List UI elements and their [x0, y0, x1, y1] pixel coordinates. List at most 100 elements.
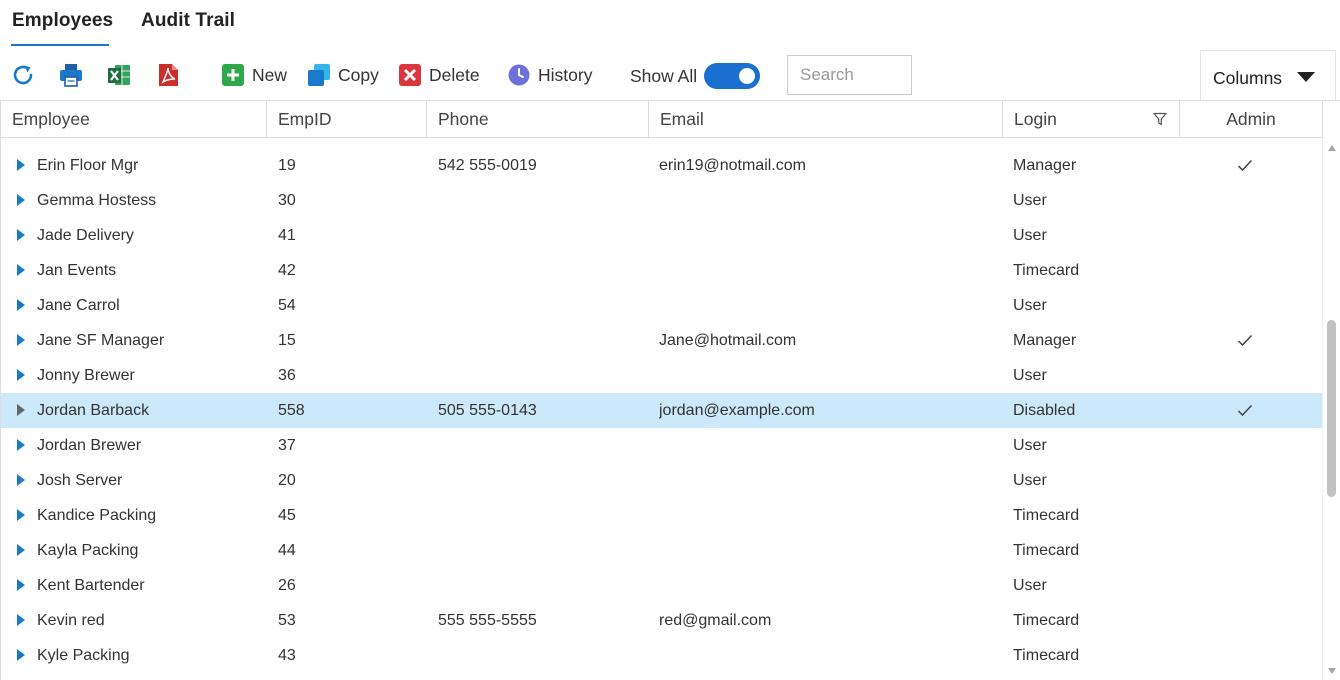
- columns-label: Columns: [1213, 68, 1283, 88]
- filter-icon[interactable]: [1153, 112, 1167, 126]
- expand-caret-icon[interactable]: [16, 648, 26, 662]
- expand-caret-icon[interactable]: [16, 403, 26, 417]
- cell-empid: 54: [278, 297, 296, 314]
- expand-caret-icon[interactable]: [16, 473, 26, 487]
- expand-caret-icon[interactable]: [16, 543, 26, 557]
- new-button-label: New: [252, 64, 288, 85]
- cell-employee: Jane Carrol: [37, 297, 120, 314]
- expand-caret-icon[interactable]: [16, 368, 26, 382]
- scroll-up-icon[interactable]: [1327, 144, 1337, 152]
- delete-button-label: Delete: [429, 64, 480, 85]
- show-all-toggle[interactable]: [704, 63, 760, 89]
- tab-employees[interactable]: Employees: [12, 10, 113, 32]
- expand-caret-icon[interactable]: [16, 298, 26, 312]
- table-row[interactable]: Jan Events 42 Timecard: [1, 253, 1323, 288]
- excel-icon[interactable]: [106, 62, 132, 88]
- new-button[interactable]: New: [221, 62, 287, 88]
- employee-grid: Employee EmpID Phone Email Login Admin E…: [0, 100, 1340, 680]
- table-row[interactable]: Kevin red 53 555 555-5555 red@gmail.com Time…: [1, 603, 1323, 638]
- cell-empid: 44: [278, 542, 296, 559]
- table-row[interactable]: Jane Carrol 54 User: [1, 288, 1323, 323]
- cell-login: Timecard: [1013, 542, 1080, 559]
- expand-caret-icon[interactable]: [16, 228, 26, 242]
- printer-icon[interactable]: [58, 62, 84, 88]
- cell-login: Manager: [1013, 332, 1077, 349]
- expand-caret-icon[interactable]: [16, 158, 26, 172]
- cell-employee: Gemma Hostess: [37, 192, 157, 209]
- copy-button-label: Copy: [338, 64, 379, 85]
- expand-caret-icon[interactable]: [16, 508, 26, 522]
- cell-email: red@gmail.com: [659, 612, 772, 629]
- search-input[interactable]: [787, 55, 912, 95]
- expand-caret-icon[interactable]: [16, 613, 26, 627]
- cell-employee: Jan Events: [37, 262, 117, 279]
- tab-audit-trail[interactable]: Audit Trail: [141, 10, 235, 32]
- cell-empid: 20: [278, 472, 296, 489]
- cell-employee: Jordan Barback: [37, 402, 150, 419]
- table-row[interactable]: Kent Bartender 26 User: [1, 568, 1323, 603]
- table-row[interactable]: Josh Server 20 User: [1, 463, 1323, 498]
- cell-empid: 43: [278, 647, 296, 664]
- scroll-down-icon[interactable]: [1327, 667, 1337, 675]
- expand-caret-icon[interactable]: [16, 578, 26, 592]
- cell-email: jordan@example.com: [659, 402, 815, 419]
- cell-employee: Erin Floor Mgr: [37, 157, 139, 174]
- column-header-empid[interactable]: EmpID: [267, 101, 427, 138]
- delete-button[interactable]: Delete: [398, 62, 480, 88]
- table-row[interactable]: Kyle Packing 43 Timecard: [1, 638, 1323, 673]
- cell-employee: Jane SF Manager: [37, 332, 165, 349]
- active-tab-indicator: [11, 44, 109, 46]
- scrollbar-thumb[interactable]: [1327, 320, 1336, 497]
- pdf-icon[interactable]: [155, 62, 181, 88]
- vertical-scrollbar[interactable]: [1322, 138, 1340, 680]
- table-row[interactable]: Erin Floor Mgr 19 542 555-0019 erin19@notma…: [1, 148, 1323, 183]
- cell-employee: Jordan Brewer: [37, 437, 142, 454]
- cell-empid: 42: [278, 262, 296, 279]
- cell-login: User: [1013, 437, 1047, 454]
- table-row[interactable]: Jade Delivery 41 User: [1, 218, 1323, 253]
- cell-login: User: [1013, 297, 1047, 314]
- cell-empid: 558: [278, 402, 305, 419]
- grid-body: Erin Floor Mgr 19 542 555-0019 erin19@notma…: [1, 138, 1323, 680]
- table-row[interactable]: Jane SF Manager 15 Jane@hotmail.com Manager: [1, 323, 1323, 358]
- column-header-login[interactable]: Login: [1003, 101, 1180, 138]
- table-row[interactable]: Jonny Brewer 36 User: [1, 358, 1323, 393]
- table-row[interactable]: Kayla Packing 44 Timecard: [1, 533, 1323, 568]
- cell-phone: 505 555-0143: [438, 402, 537, 419]
- history-button[interactable]: History: [507, 62, 592, 88]
- table-row[interactable]: Jordan Barback 558 505 555-0143 jordan@exam…: [1, 393, 1323, 428]
- cell-empid: 41: [278, 227, 296, 244]
- table-row[interactable]: Gemma Hostess 30 User: [1, 183, 1323, 218]
- expand-caret-icon[interactable]: [16, 333, 26, 347]
- cell-empid: 37: [278, 437, 296, 454]
- column-header-phone[interactable]: Phone: [427, 101, 649, 138]
- column-header-employee[interactable]: Employee: [1, 101, 267, 138]
- cell-login: Disabled: [1013, 402, 1076, 419]
- column-header-login-label: Login: [1014, 109, 1057, 129]
- clock-icon: [508, 64, 530, 86]
- cell-empid: 30: [278, 192, 296, 209]
- cell-empid: 36: [278, 367, 296, 384]
- columns-dropdown[interactable]: Columns: [1200, 50, 1336, 100]
- cell-empid: 15: [278, 332, 296, 349]
- table-row[interactable]: Kandice Packing 45 Timecard: [1, 498, 1323, 533]
- column-header-email[interactable]: Email: [649, 101, 1003, 138]
- cell-login: User: [1013, 367, 1047, 384]
- table-row[interactable]: Jordan Brewer 37 User: [1, 428, 1323, 463]
- refresh-icon[interactable]: [10, 62, 36, 88]
- expand-caret-icon[interactable]: [16, 193, 26, 207]
- expand-caret-icon[interactable]: [16, 438, 26, 452]
- cell-employee: Jade Delivery: [37, 227, 134, 244]
- cell-login: User: [1013, 472, 1047, 489]
- copy-icon: [308, 64, 330, 86]
- close-icon: [399, 64, 421, 86]
- cell-login: Timecard: [1013, 262, 1080, 279]
- column-header-admin[interactable]: Admin: [1180, 101, 1323, 138]
- copy-button[interactable]: Copy: [307, 62, 379, 88]
- cell-login: User: [1013, 577, 1047, 594]
- cell-login: User: [1013, 192, 1047, 209]
- cell-employee: Kent Bartender: [37, 577, 145, 594]
- grid-header: Employee EmpID Phone Email Login Admin: [1, 101, 1323, 138]
- expand-caret-icon[interactable]: [16, 263, 26, 277]
- cell-employee: Kevin red: [37, 612, 105, 629]
